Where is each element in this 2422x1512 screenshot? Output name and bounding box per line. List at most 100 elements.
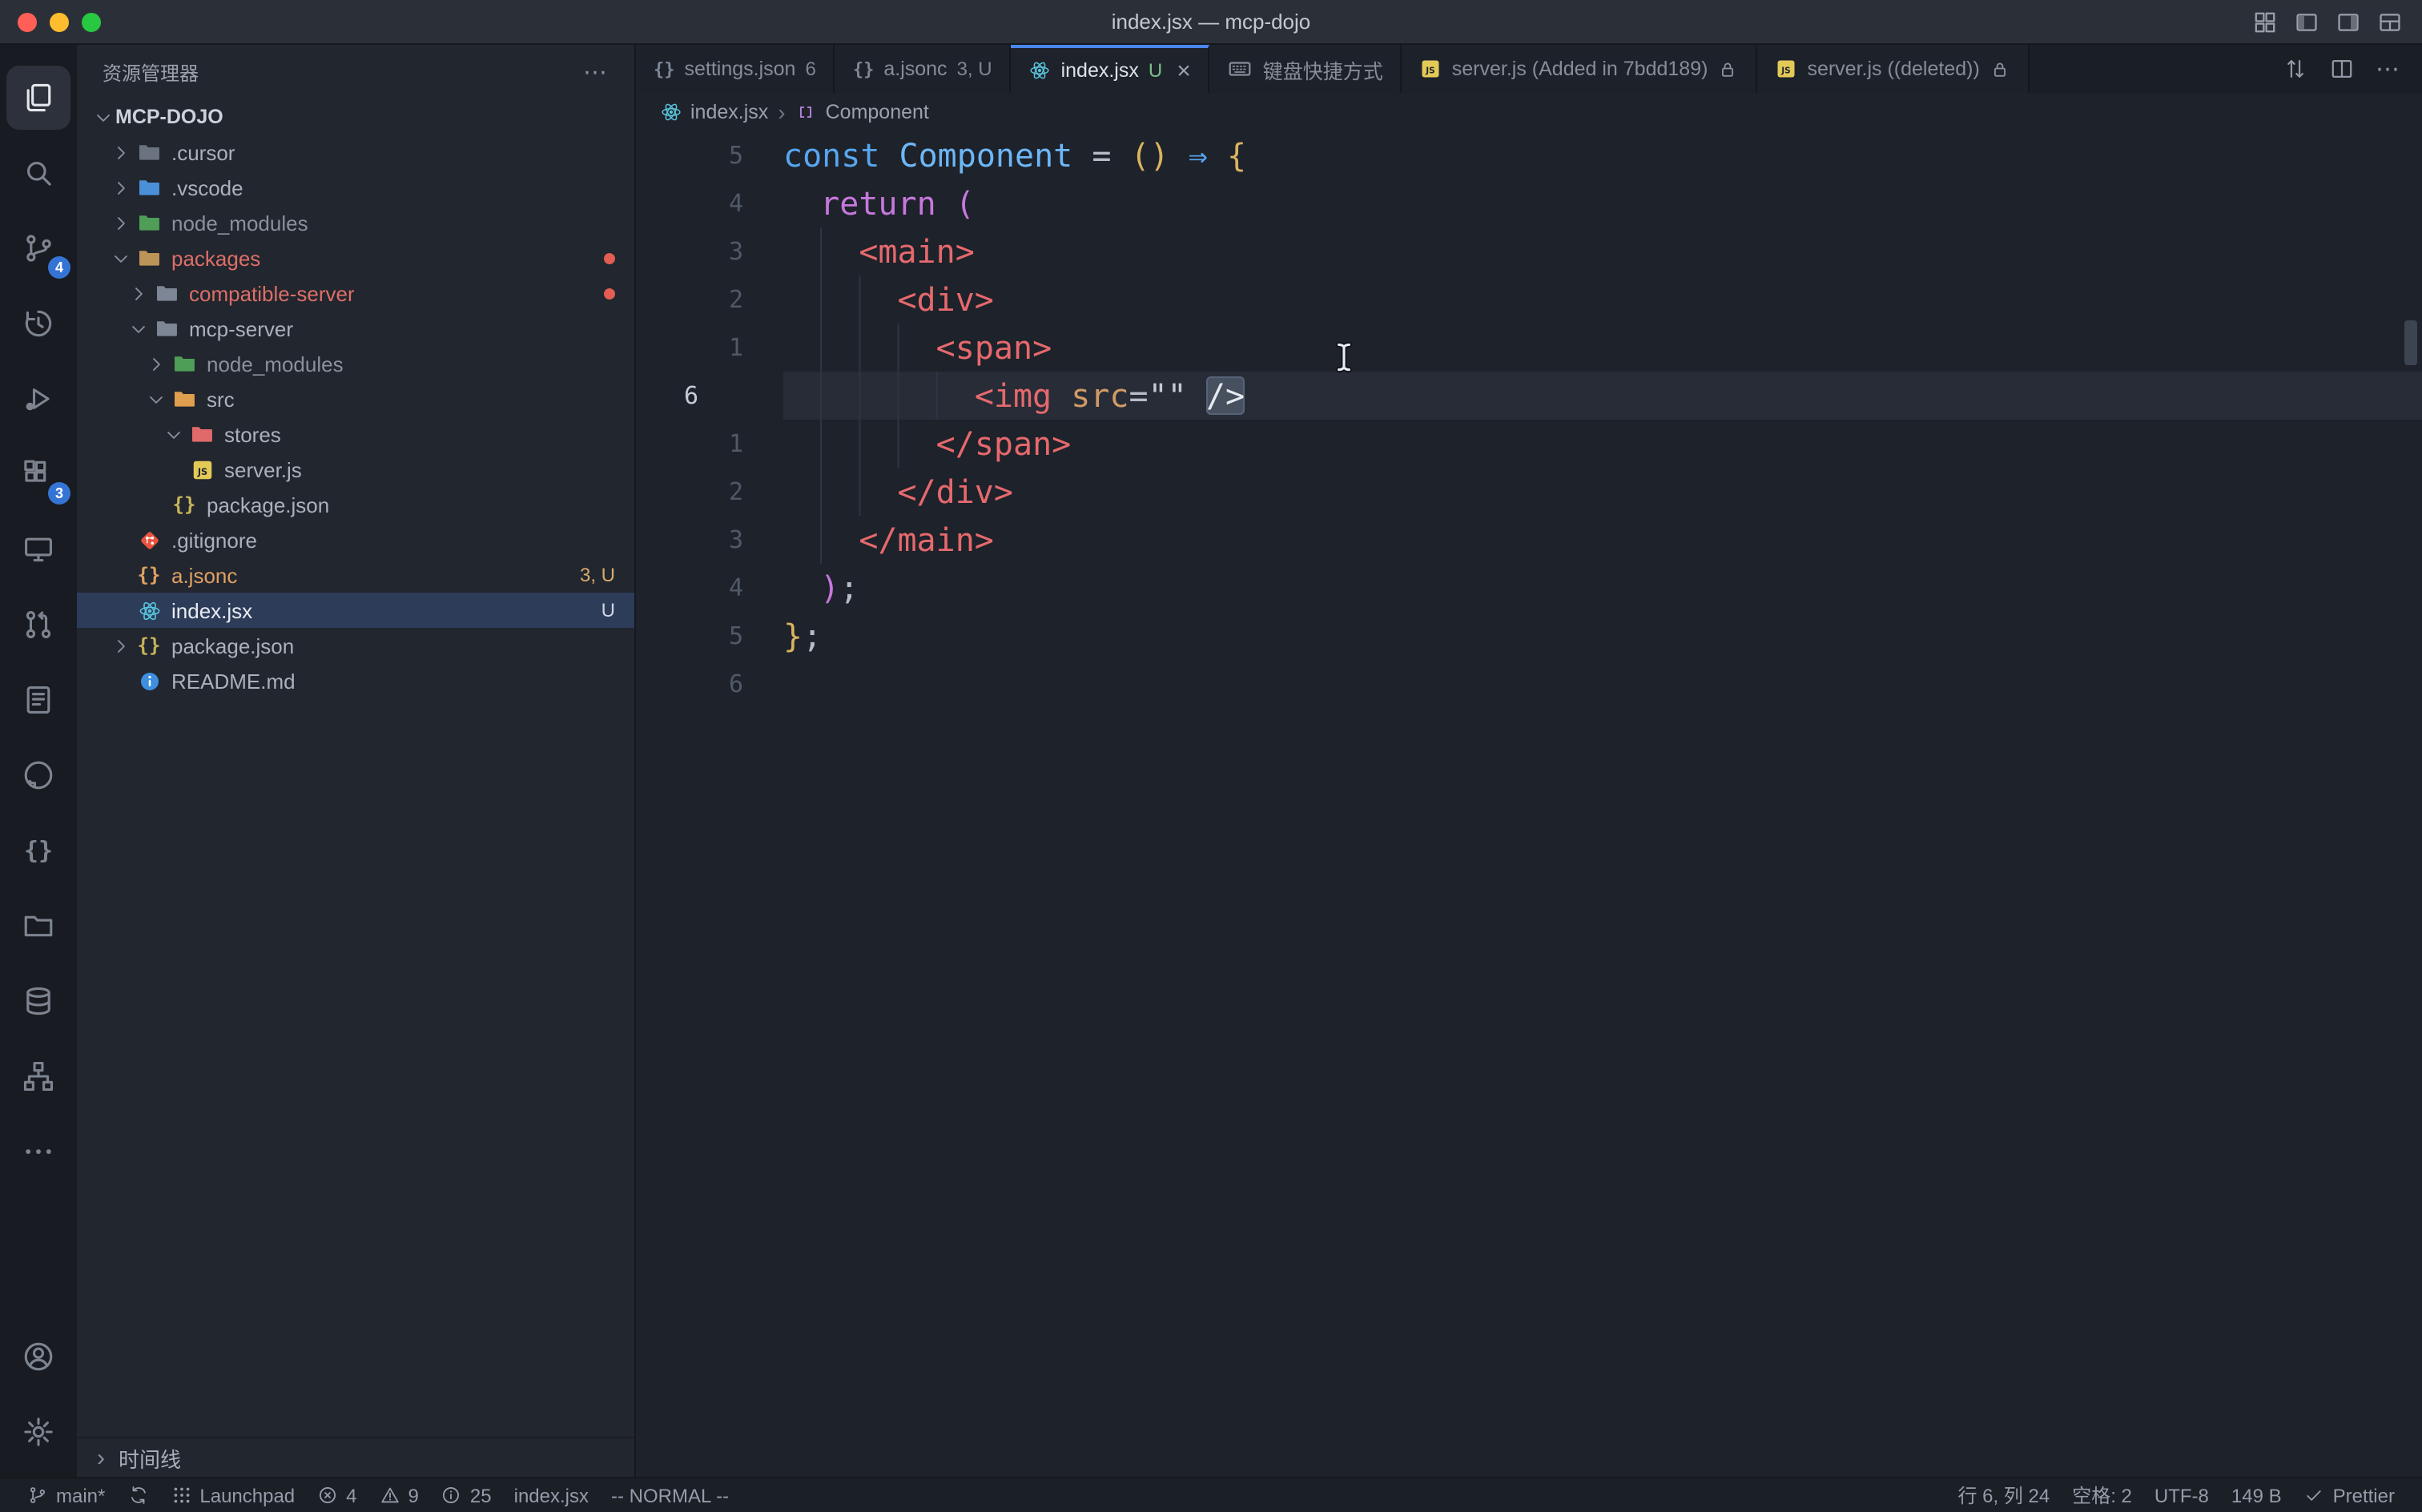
tree-root[interactable]: MCP-DOJO	[77, 99, 634, 135]
activity-database[interactable]	[6, 969, 70, 1033]
activity-hierarchy[interactable]	[6, 1044, 70, 1108]
tab-server.js ((deleted))[interactable]: JSserver.js ((deleted))	[1757, 45, 2029, 93]
statusbar-item-left-7[interactable]: -- NORMAL --	[600, 1484, 740, 1506]
relative-line-number: 1	[729, 420, 743, 468]
activity-notebook[interactable]	[6, 668, 70, 732]
code-line[interactable]: 6<img src="" />	[636, 372, 2422, 420]
tree-item-server.js[interactable]: JSserver.js	[77, 452, 634, 487]
relative-line-number: 5	[729, 131, 743, 179]
activity-more[interactable]	[6, 1120, 70, 1184]
statusbar-item-left-0[interactable]: main*	[16, 1484, 116, 1506]
chevron-down-icon	[110, 247, 131, 268]
code-editor[interactable]: 5const Component = () ⇒ {4return (3<main…	[636, 131, 2422, 1477]
activity-account[interactable]	[6, 1325, 70, 1389]
sidebar: 资源管理器 ⋯ MCP-DOJO.cursor.vscodenode_modul…	[77, 45, 636, 1477]
tree-item-README.md[interactable]: README.md	[77, 663, 634, 698]
activity-explorer[interactable]	[6, 66, 70, 130]
split-icon	[2329, 56, 2355, 82]
window-controls	[18, 12, 101, 31]
code-line[interactable]: 2</div>	[636, 468, 2422, 516]
activity-remote-explorer[interactable]	[6, 517, 70, 581]
sidebar-more-button[interactable]: ⋯	[583, 58, 609, 86]
tab-suffix: U	[1149, 59, 1162, 82]
statusbar-item-left-6[interactable]: index.jsx	[503, 1484, 600, 1506]
code-line[interactable]: 5};	[636, 612, 2422, 660]
editor-split-button[interactable]	[2329, 56, 2355, 82]
statusbar-item-left-5[interactable]: 25	[430, 1484, 503, 1506]
tab-server.js (Added in 7bdd189)[interactable]: JSserver.js (Added in 7bdd189)	[1402, 45, 1758, 93]
editor-compare-button[interactable]	[2283, 56, 2308, 82]
tree-item-node_modules[interactable]: node_modules	[77, 346, 634, 381]
editor-more-button[interactable]: ⋯	[2376, 54, 2401, 83]
braces-icon: {}	[24, 838, 53, 863]
code-line[interactable]: 4return (	[636, 179, 2422, 227]
tree-item-compatible-server[interactable]: compatible-server	[77, 275, 634, 311]
activity-folders[interactable]	[6, 894, 70, 958]
gutter: 3	[636, 227, 783, 275]
activity-search[interactable]	[6, 141, 70, 205]
tab-键盘快捷方式[interactable]: 键盘快捷方式	[1210, 45, 1402, 93]
code-line[interactable]: 6	[636, 660, 2422, 708]
zoom-window-button[interactable]	[82, 12, 101, 31]
code-line[interactable]: 4);	[636, 564, 2422, 612]
tree-item-package.json[interactable]: {}package.json	[77, 487, 634, 522]
minimize-window-button[interactable]	[50, 12, 69, 31]
breadcrumb-item[interactable]: index.jsx	[660, 101, 768, 123]
statusbar-item-left-1[interactable]	[116, 1485, 159, 1506]
git-status-badge: 3, U	[580, 564, 615, 586]
statusbar-item-right-1[interactable]: 空格: 2	[2061, 1482, 2143, 1509]
tab-index.jsx[interactable]: index.jsxU×	[1012, 45, 1210, 93]
code-line[interactable]: 3<main>	[636, 227, 2422, 275]
tree-item-.gitignore[interactable]: .gitignore	[77, 522, 634, 557]
breadcrumb-item[interactable]: Component	[795, 101, 929, 123]
code-line[interactable]: 3</main>	[636, 516, 2422, 564]
tab-close-button[interactable]: ×	[1177, 58, 1191, 82]
tree-item-src[interactable]: src	[77, 381, 634, 416]
tab-a.jsonc[interactable]: {}a.jsonc3, U	[835, 45, 1012, 93]
editor-run-button[interactable]: undefined	[2236, 56, 2262, 82]
titlebar-panel-right-button[interactable]	[2336, 9, 2361, 34]
tree-item-stores[interactable]: stores	[77, 416, 634, 452]
statusbar-item-left-3[interactable]: 4	[306, 1484, 368, 1506]
activity-pull-requests[interactable]	[6, 593, 70, 657]
activity-github[interactable]	[6, 743, 70, 807]
statusbar-item-left-2[interactable]: Launchpad	[159, 1484, 306, 1506]
statusbar-item-right-2[interactable]: UTF-8	[2143, 1484, 2220, 1506]
folder-icon	[136, 175, 162, 200]
tree-item-packages[interactable]: packages	[77, 240, 634, 275]
statusbar-text: UTF-8	[2154, 1484, 2209, 1506]
code-line[interactable]: 1<span>	[636, 324, 2422, 372]
launchpad-icon	[171, 1485, 191, 1506]
activity-snippets[interactable]: {}	[6, 818, 70, 883]
activity-source-control[interactable]: 4	[6, 216, 70, 280]
tab-label: 键盘快捷方式	[1263, 54, 1383, 84]
statusbar-item-right-0[interactable]: 行 6, 列 24	[1947, 1482, 2062, 1509]
chevron-right-icon	[110, 212, 131, 233]
code-line[interactable]: 1</span>	[636, 420, 2422, 468]
tree-root-label: MCP-DOJO	[115, 106, 223, 128]
close-window-button[interactable]	[18, 12, 37, 31]
tab-settings.json[interactable]: {}settings.json6	[636, 45, 835, 93]
statusbar-item-left-4[interactable]: 9	[368, 1484, 430, 1506]
titlebar-panel-left-button[interactable]	[2294, 9, 2319, 34]
tree-item-.vscode[interactable]: .vscode	[77, 170, 634, 205]
titlebar-layout-custom-button[interactable]	[2377, 9, 2403, 34]
statusbar-item-right-4[interactable]: Prettier	[2293, 1484, 2406, 1506]
timeline-section[interactable]: › 时间线	[77, 1437, 634, 1477]
activity-extensions[interactable]: 3	[6, 442, 70, 506]
gutter: 5	[636, 131, 783, 179]
tree-item-index.jsx[interactable]: index.jsxU	[77, 593, 634, 628]
tree-item-mcp-server[interactable]: mcp-server	[77, 311, 634, 346]
tree-item-node_modules[interactable]: node_modules	[77, 205, 634, 240]
code-line[interactable]: 2<div>	[636, 275, 2422, 324]
code-line[interactable]: 5const Component = () ⇒ {	[636, 131, 2422, 179]
activity-run-debug[interactable]	[6, 367, 70, 431]
tree-item-.cursor[interactable]: .cursor	[77, 135, 634, 170]
folders-icon	[21, 908, 56, 943]
titlebar-layout-grid-button[interactable]	[2252, 9, 2278, 34]
tree-item-package.json[interactable]: {}package.json	[77, 628, 634, 663]
activity-settings[interactable]	[6, 1400, 70, 1464]
tree-item-a.jsonc[interactable]: {}a.jsonc3, U	[77, 557, 634, 593]
activity-history[interactable]	[6, 292, 70, 356]
statusbar-item-right-3[interactable]: 149 B	[2220, 1484, 2293, 1506]
